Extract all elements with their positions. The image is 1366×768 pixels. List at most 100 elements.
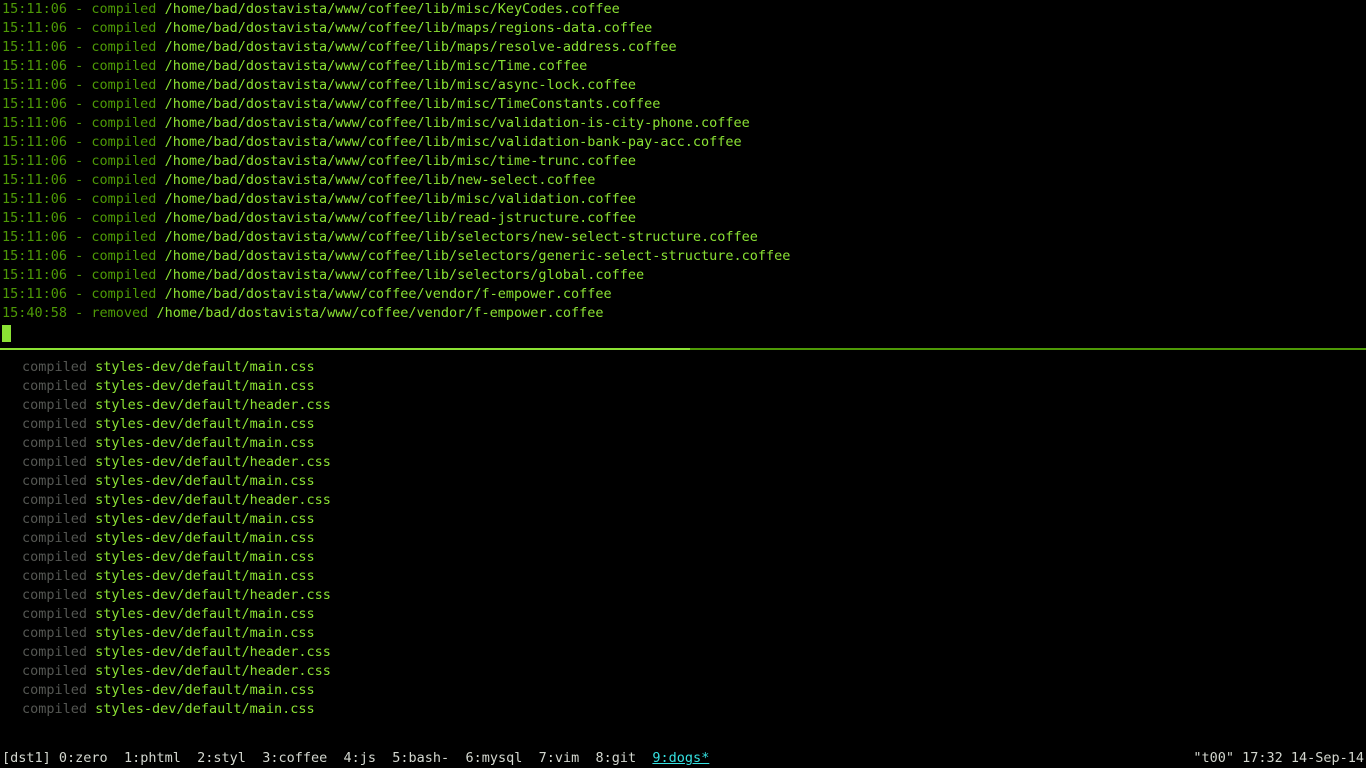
log-path: /home/bad/dostavista/www/coffee/lib/sele… bbox=[165, 267, 645, 283]
log-action: compiled bbox=[22, 378, 95, 394]
log-path: /home/bad/dostavista/www/coffee/lib/misc… bbox=[165, 115, 750, 131]
tmux-window-vim[interactable]: 7:vim bbox=[539, 750, 580, 766]
log-line: compiled styles-dev/default/header.css bbox=[22, 396, 1364, 415]
log-line: compiled styles-dev/default/main.css bbox=[22, 548, 1364, 567]
log-timestamp-action: 15:11:06 - compiled bbox=[2, 286, 165, 302]
log-line: 15:11:06 - compiled /home/bad/dostavista… bbox=[2, 38, 1364, 57]
log-line: compiled styles-dev/default/header.css bbox=[22, 643, 1364, 662]
log-path: /home/bad/dostavista/www/coffee/lib/maps… bbox=[165, 20, 653, 36]
log-path: /home/bad/dostavista/www/coffee/lib/read… bbox=[165, 210, 636, 226]
tmux-window-bash-[interactable]: 5:bash- bbox=[392, 750, 449, 766]
tmux-window-mysql[interactable]: 6:mysql bbox=[465, 750, 522, 766]
terminal-screen[interactable]: 15:11:06 - compiled /home/bad/dostavista… bbox=[0, 0, 1366, 768]
log-action: compiled bbox=[22, 587, 95, 603]
log-timestamp-action: 15:11:06 - compiled bbox=[2, 172, 165, 188]
pane-divider[interactable] bbox=[0, 348, 1366, 350]
log-path: /home/bad/dostavista/www/coffee/vendor/f… bbox=[156, 305, 603, 321]
log-path: /home/bad/dostavista/www/coffee/lib/maps… bbox=[165, 39, 677, 55]
log-timestamp-action: 15:11:06 - compiled bbox=[2, 115, 165, 131]
log-line: 15:11:06 - compiled /home/bad/dostavista… bbox=[2, 209, 1364, 228]
pane-top[interactable]: 15:11:06 - compiled /home/bad/dostavista… bbox=[0, 0, 1366, 342]
log-path: /home/bad/dostavista/www/coffee/lib/misc… bbox=[165, 96, 661, 112]
log-line: 15:11:06 - compiled /home/bad/dostavista… bbox=[2, 19, 1364, 38]
log-action: compiled bbox=[22, 625, 95, 641]
log-line: compiled styles-dev/default/header.css bbox=[22, 586, 1364, 605]
log-line: compiled styles-dev/default/header.css bbox=[22, 491, 1364, 510]
tmux-window-zero[interactable]: 0:zero bbox=[59, 750, 108, 766]
log-path: /home/bad/dostavista/www/coffee/lib/misc… bbox=[165, 77, 636, 93]
log-line: compiled styles-dev/default/main.css bbox=[22, 529, 1364, 548]
log-timestamp-action: 15:11:06 - compiled bbox=[2, 96, 165, 112]
statusbar-right: "t00" 17:32 14-Sep-14 bbox=[1193, 749, 1364, 768]
statusbar-left[interactable]: [dst1] 0:zero 1:phtml 2:styl 3:coffee 4:… bbox=[2, 749, 709, 768]
log-timestamp-action: 15:11:06 - compiled bbox=[2, 39, 165, 55]
pane-divider-inactive bbox=[690, 348, 1366, 350]
log-action: compiled bbox=[22, 511, 95, 527]
tmux-window-coffee[interactable]: 3:coffee bbox=[262, 750, 327, 766]
log-action: compiled bbox=[22, 454, 95, 470]
log-timestamp-action: 15:11:06 - compiled bbox=[2, 153, 165, 169]
tmux-session: [dst1] bbox=[2, 750, 51, 766]
log-line: compiled styles-dev/default/main.css bbox=[22, 434, 1364, 453]
log-line: 15:11:06 - compiled /home/bad/dostavista… bbox=[2, 152, 1364, 171]
tmux-statusbar[interactable]: [dst1] 0:zero 1:phtml 2:styl 3:coffee 4:… bbox=[0, 749, 1366, 768]
tmux-window-phtml[interactable]: 1:phtml bbox=[124, 750, 181, 766]
log-line: 15:11:06 - compiled /home/bad/dostavista… bbox=[2, 114, 1364, 133]
pane-divider-active bbox=[0, 348, 690, 350]
log-path: styles-dev/default/header.css bbox=[95, 663, 331, 679]
log-action: compiled bbox=[22, 644, 95, 660]
log-line: compiled styles-dev/default/header.css bbox=[22, 662, 1364, 681]
log-action: compiled bbox=[22, 682, 95, 698]
log-path: /home/bad/dostavista/www/coffee/vendor/f… bbox=[165, 286, 612, 302]
log-timestamp-action: 15:11:06 - compiled bbox=[2, 210, 165, 226]
log-path: styles-dev/default/main.css bbox=[95, 511, 314, 527]
log-path: styles-dev/default/header.css bbox=[95, 397, 331, 413]
log-line: compiled styles-dev/default/main.css bbox=[22, 624, 1364, 643]
tmux-window-styl[interactable]: 2:styl bbox=[197, 750, 246, 766]
log-line: 15:11:06 - compiled /home/bad/dostavista… bbox=[2, 266, 1364, 285]
log-path: styles-dev/default/main.css bbox=[95, 549, 314, 565]
tmux-window-git[interactable]: 8:git bbox=[596, 750, 637, 766]
log-path: styles-dev/default/main.css bbox=[95, 701, 314, 717]
log-action: compiled bbox=[22, 701, 95, 717]
log-line: 15:11:06 - compiled /home/bad/dostavista… bbox=[2, 171, 1364, 190]
log-line: 15:11:06 - compiled /home/bad/dostavista… bbox=[2, 76, 1364, 95]
cursor-row bbox=[2, 323, 1364, 342]
log-line: compiled styles-dev/default/main.css bbox=[22, 605, 1364, 624]
log-line: 15:11:06 - compiled /home/bad/dostavista… bbox=[2, 247, 1364, 266]
log-path: styles-dev/default/main.css bbox=[95, 625, 314, 641]
log-path: /home/bad/dostavista/www/coffee/lib/misc… bbox=[165, 58, 588, 74]
cursor bbox=[2, 325, 11, 342]
log-path: styles-dev/default/main.css bbox=[95, 606, 314, 622]
log-timestamp-action: 15:11:06 - compiled bbox=[2, 134, 165, 150]
log-path: styles-dev/default/main.css bbox=[95, 416, 314, 432]
log-line: 15:11:06 - compiled /home/bad/dostavista… bbox=[2, 190, 1364, 209]
log-line: 15:11:06 - compiled /home/bad/dostavista… bbox=[2, 133, 1364, 152]
log-timestamp-action: 15:11:06 - compiled bbox=[2, 77, 165, 93]
log-line: compiled styles-dev/default/main.css bbox=[22, 415, 1364, 434]
log-line: 15:11:06 - compiled /home/bad/dostavista… bbox=[2, 95, 1364, 114]
log-timestamp-action: 15:11:06 - compiled bbox=[2, 248, 165, 264]
tmux-window-dogs[interactable]: 9:dogs* bbox=[652, 750, 709, 766]
pane-bottom[interactable]: compiled styles-dev/default/main.csscomp… bbox=[0, 358, 1366, 749]
log-path: styles-dev/default/main.css bbox=[95, 682, 314, 698]
log-path: styles-dev/default/header.css bbox=[95, 454, 331, 470]
log-timestamp-action: 15:11:06 - compiled bbox=[2, 191, 165, 207]
log-line: compiled styles-dev/default/main.css bbox=[22, 377, 1364, 396]
log-line: compiled styles-dev/default/main.css bbox=[22, 700, 1364, 719]
log-path: styles-dev/default/main.css bbox=[95, 359, 314, 375]
log-action: compiled bbox=[22, 416, 95, 432]
log-line: 15:40:58 - removed /home/bad/dostavista/… bbox=[2, 304, 1364, 323]
log-path: /home/bad/dostavista/www/coffee/lib/new-… bbox=[165, 172, 596, 188]
log-path: /home/bad/dostavista/www/coffee/lib/misc… bbox=[165, 153, 636, 169]
log-path: styles-dev/default/header.css bbox=[95, 587, 331, 603]
log-path: styles-dev/default/header.css bbox=[95, 644, 331, 660]
log-path: /home/bad/dostavista/www/coffee/lib/misc… bbox=[165, 191, 636, 207]
log-line: 15:11:06 - compiled /home/bad/dostavista… bbox=[2, 0, 1364, 19]
log-action: compiled bbox=[22, 549, 95, 565]
log-timestamp-action: 15:11:06 - compiled bbox=[2, 1, 165, 17]
tmux-window-js[interactable]: 4:js bbox=[343, 750, 376, 766]
log-action: compiled bbox=[22, 530, 95, 546]
log-line: compiled styles-dev/default/main.css bbox=[22, 358, 1364, 377]
log-action: compiled bbox=[22, 473, 95, 489]
